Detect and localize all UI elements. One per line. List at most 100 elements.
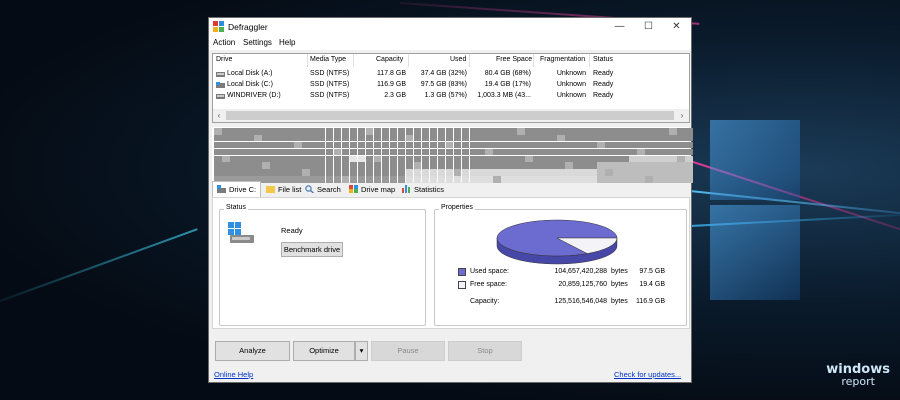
cluster-block bbox=[357, 134, 366, 142]
optimize-dropdown-arrow-icon[interactable]: ▾ bbox=[355, 341, 368, 361]
stop-button[interactable]: Stop bbox=[448, 341, 522, 361]
tab-drive-map[interactable]: Drive map bbox=[345, 183, 399, 197]
cluster-block bbox=[349, 141, 358, 149]
cluster-block bbox=[261, 169, 270, 176]
cluster-block bbox=[645, 134, 653, 142]
cluster-block bbox=[229, 155, 238, 163]
cluster-block bbox=[325, 141, 334, 149]
cluster-block bbox=[517, 169, 526, 176]
cluster-block bbox=[269, 162, 278, 170]
column-header-drive[interactable]: Drive bbox=[216, 56, 232, 63]
online-help-link[interactable]: Online Help bbox=[214, 370, 253, 379]
column-separator bbox=[533, 54, 534, 67]
cluster-block bbox=[325, 155, 334, 163]
cluster-block bbox=[309, 148, 318, 156]
cluster-block bbox=[301, 128, 310, 135]
column-header-fragmentation[interactable]: Fragmentation bbox=[540, 56, 585, 63]
status-group: Status Ready Benchmark drive bbox=[219, 204, 426, 326]
cluster-block bbox=[301, 169, 310, 176]
cluster-block bbox=[477, 148, 486, 156]
cluster-block bbox=[541, 141, 550, 149]
horizontal-scrollbar[interactable]: ‹ › bbox=[213, 109, 689, 122]
cluster-block bbox=[645, 155, 653, 163]
menu-help[interactable]: Help bbox=[279, 38, 295, 47]
cluster-block bbox=[237, 128, 246, 135]
drive-block-map bbox=[212, 127, 693, 183]
folder-icon bbox=[266, 186, 275, 193]
cluster-block bbox=[605, 134, 613, 142]
column-header-media-type[interactable]: Media Type bbox=[310, 56, 346, 63]
cluster-block bbox=[669, 134, 677, 142]
cluster-block bbox=[557, 141, 566, 149]
cluster-block bbox=[621, 155, 629, 163]
cluster-block bbox=[413, 162, 422, 170]
cluster-block bbox=[661, 162, 669, 170]
scroll-left-arrow-icon[interactable]: ‹ bbox=[213, 110, 225, 121]
cluster-block bbox=[469, 148, 478, 156]
tab-statistics[interactable]: Statistics bbox=[398, 183, 448, 197]
cluster-block bbox=[269, 134, 278, 142]
analyze-button[interactable]: Analyze bbox=[215, 341, 290, 361]
cluster-block bbox=[653, 162, 661, 170]
cluster-block bbox=[437, 148, 446, 156]
drive-capacity: 117.8 GB bbox=[376, 70, 406, 77]
cluster-block bbox=[445, 134, 454, 142]
minimize-button[interactable]: — bbox=[605, 18, 634, 36]
cluster-block bbox=[637, 162, 645, 170]
cluster-block bbox=[245, 162, 254, 170]
cluster-block bbox=[317, 148, 326, 156]
drive-status: Ready bbox=[593, 70, 614, 77]
pause-button[interactable]: Pause bbox=[371, 341, 445, 361]
column-header-free-space[interactable]: Free Space bbox=[496, 56, 532, 63]
cluster-block bbox=[685, 169, 693, 176]
drive-name[interactable]: Local Disk (C:) bbox=[227, 81, 273, 88]
drive-media-type: SSD (NTFS) bbox=[310, 81, 350, 88]
drive-capacity: 2.3 GB bbox=[384, 92, 406, 99]
maximize-button[interactable]: ☐ bbox=[634, 18, 663, 36]
cluster-block bbox=[469, 134, 478, 142]
cluster-block bbox=[501, 162, 510, 170]
cluster-block bbox=[293, 134, 302, 142]
column-header-capacity[interactable]: Capacity bbox=[376, 56, 403, 63]
check-for-updates-link[interactable]: Check for updates... bbox=[614, 370, 681, 379]
cluster-block bbox=[573, 169, 581, 176]
cluster-block bbox=[397, 134, 406, 142]
defraggler-app-icon bbox=[213, 21, 224, 32]
cluster-block bbox=[509, 128, 518, 135]
cluster-block bbox=[565, 155, 573, 163]
drive-list: Drive Media Type Capacity Used Free Spac… bbox=[212, 53, 690, 123]
cluster-block bbox=[685, 141, 693, 149]
benchmark-drive-button[interactable]: Benchmark drive bbox=[281, 242, 343, 257]
menu-action[interactable]: Action bbox=[213, 38, 235, 47]
cluster-block bbox=[573, 148, 581, 156]
cluster-block bbox=[677, 162, 685, 170]
free-space-swatch bbox=[458, 281, 466, 289]
cluster-block bbox=[525, 134, 534, 142]
cluster-block bbox=[485, 155, 494, 163]
menu-settings[interactable]: Settings bbox=[243, 38, 272, 47]
optimize-button[interactable]: Optimize bbox=[293, 341, 355, 361]
cluster-block bbox=[301, 162, 310, 170]
cluster-block bbox=[413, 148, 422, 156]
scroll-right-arrow-icon[interactable]: › bbox=[676, 110, 688, 121]
scrollbar-thumb[interactable] bbox=[226, 111, 674, 120]
cluster-block bbox=[485, 141, 494, 149]
cluster-block bbox=[445, 162, 454, 170]
column-header-status[interactable]: Status bbox=[593, 56, 613, 63]
cluster-block bbox=[597, 128, 605, 135]
cluster-block bbox=[245, 128, 254, 135]
tab-file-list[interactable]: File list bbox=[262, 183, 305, 197]
tab-search[interactable]: Search bbox=[301, 183, 345, 197]
drive-name[interactable]: Local Disk (A:) bbox=[227, 70, 273, 77]
cluster-block bbox=[677, 169, 685, 176]
cluster-block bbox=[301, 155, 310, 163]
tab-drive-c[interactable]: Drive C: bbox=[212, 181, 262, 197]
drive-name[interactable]: WINDRIVER (D:) bbox=[227, 92, 281, 99]
close-button[interactable]: ✕ bbox=[662, 18, 691, 36]
cluster-block bbox=[669, 141, 677, 149]
column-header-used[interactable]: Used bbox=[450, 56, 466, 63]
cluster-block bbox=[269, 141, 278, 149]
cluster-block bbox=[333, 148, 342, 156]
used-space-bytes: 104,657,420,288 bbox=[554, 268, 607, 275]
cluster-block bbox=[557, 148, 566, 156]
